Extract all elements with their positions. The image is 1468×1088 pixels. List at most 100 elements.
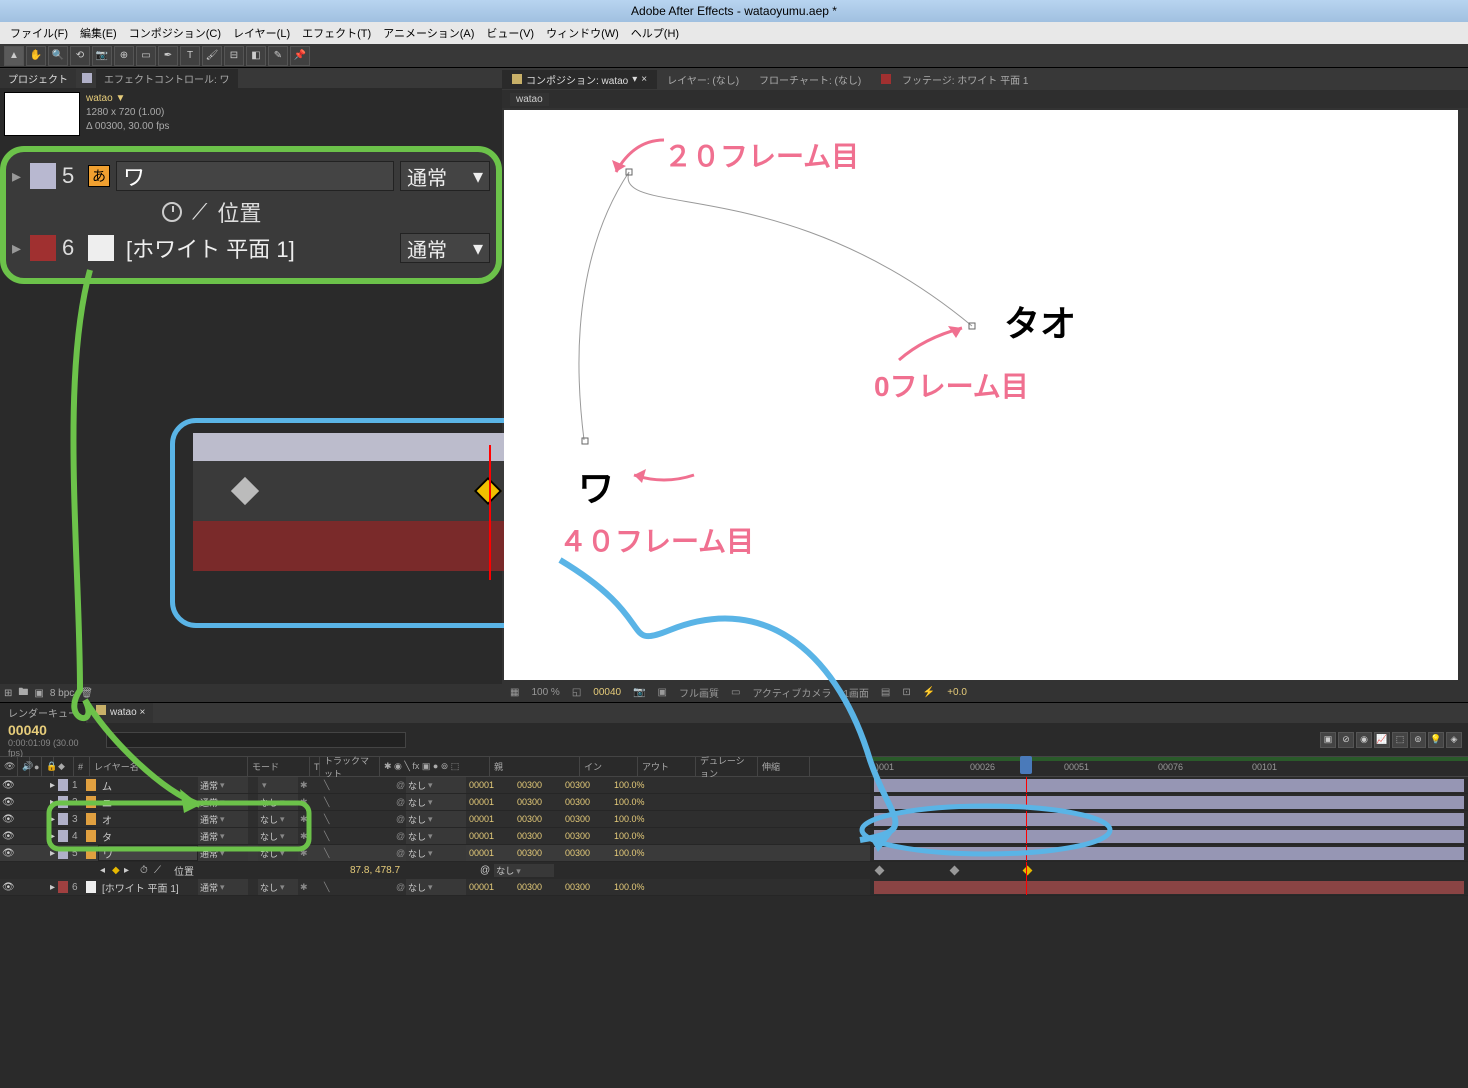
- out-point[interactable]: 00300: [514, 879, 562, 895]
- stretch[interactable]: 100.0%: [610, 777, 658, 793]
- fx-switch[interactable]: [334, 845, 346, 861]
- in-point[interactable]: 00001: [466, 845, 514, 861]
- lock-toggle[interactable]: [36, 828, 48, 844]
- duration[interactable]: 00300: [562, 777, 610, 793]
- in-point[interactable]: 00001: [466, 828, 514, 844]
- layer-color-swatch[interactable]: [58, 881, 68, 893]
- layer-duration-bar[interactable]: [874, 830, 1464, 843]
- solo-toggle[interactable]: [24, 794, 36, 810]
- duration[interactable]: 00300: [562, 811, 610, 827]
- collapse-switch[interactable]: [310, 777, 322, 793]
- visibility-toggle[interactable]: 👁: [0, 845, 12, 861]
- shy-icon[interactable]: ⊘: [1338, 732, 1354, 748]
- menu-layer[interactable]: レイヤー(L): [227, 22, 296, 44]
- fx-switch[interactable]: [334, 777, 346, 793]
- trash-icon[interactable]: 🗑: [80, 688, 93, 699]
- in-point[interactable]: 00001: [466, 777, 514, 793]
- shy-switch[interactable]: ✱: [298, 811, 310, 827]
- stretch[interactable]: 100.0%: [610, 811, 658, 827]
- fx-switch[interactable]: [334, 794, 346, 810]
- shape-tool[interactable]: ▭: [136, 46, 156, 66]
- zoom-dropdown[interactable]: 100 %: [527, 687, 563, 698]
- lock-toggle[interactable]: [36, 845, 48, 861]
- duration[interactable]: 00300: [562, 794, 610, 810]
- quality-switch[interactable]: ╲: [322, 845, 334, 861]
- layer-mode-dropdown[interactable]: 通常▾: [400, 233, 490, 263]
- track-matte-dropdown[interactable]: [258, 777, 298, 793]
- camera-dropdown[interactable]: アクティブカメラ: [748, 685, 835, 700]
- quality-switch[interactable]: ╲: [322, 777, 334, 793]
- visibility-toggle[interactable]: 👁: [0, 828, 12, 844]
- fast-preview-icon[interactable]: ⚡: [919, 687, 939, 698]
- menu-edit[interactable]: 編集(E): [74, 22, 123, 44]
- position-property-row[interactable]: ⟋ 位置: [162, 196, 490, 228]
- keyframe-toggle-icon[interactable]: ◆: [112, 865, 124, 876]
- out-point[interactable]: 00300: [514, 811, 562, 827]
- guide-icon[interactable]: ▭: [727, 687, 744, 698]
- stopwatch-icon[interactable]: ⏱: [140, 865, 154, 876]
- lock-toggle[interactable]: [36, 794, 48, 810]
- keyframe-selected-icon[interactable]: [1023, 866, 1033, 876]
- lock-toggle[interactable]: [36, 777, 48, 793]
- duration[interactable]: 00300: [562, 879, 610, 895]
- layer-name[interactable]: ワ: [98, 845, 198, 861]
- col-trkmat[interactable]: トラックマット: [320, 757, 380, 776]
- next-keyframe-icon[interactable]: ▸: [124, 865, 136, 876]
- folder-icon[interactable]: 🖿: [18, 685, 28, 702]
- graph-icon[interactable]: ⟋: [154, 865, 168, 876]
- track-matte-dropdown[interactable]: なし: [258, 811, 298, 827]
- motion-blur-switch[interactable]: [358, 845, 370, 861]
- visibility-toggle[interactable]: 👁: [0, 879, 12, 895]
- in-point[interactable]: 00001: [466, 879, 514, 895]
- parent-dropdown[interactable]: なし: [406, 811, 466, 827]
- current-frame[interactable]: 00040: [589, 687, 625, 698]
- graph-editor-icon[interactable]: 📈: [1374, 732, 1390, 748]
- snapshot-icon[interactable]: 📷: [629, 687, 649, 698]
- motion-blur-switch[interactable]: [358, 828, 370, 844]
- 3d-switch[interactable]: [382, 828, 394, 844]
- blend-mode-dropdown[interactable]: 通常: [198, 794, 248, 810]
- track-matte-dropdown[interactable]: なし: [258, 845, 298, 861]
- roto-tool[interactable]: ✎: [268, 46, 288, 66]
- frame-blend-switch[interactable]: [346, 811, 358, 827]
- pickwhip-icon[interactable]: @: [394, 794, 406, 810]
- motion-blur-switch[interactable]: [358, 879, 370, 895]
- shy-switch[interactable]: ✱: [298, 845, 310, 861]
- fx-switch[interactable]: [334, 879, 346, 895]
- parent-dropdown[interactable]: なし: [406, 777, 466, 793]
- auto-kf-icon[interactable]: ◈: [1446, 732, 1462, 748]
- audio-toggle[interactable]: [12, 879, 24, 895]
- motion-blur-switch[interactable]: [358, 794, 370, 810]
- visibility-toggle[interactable]: 👁: [0, 794, 12, 810]
- 3d-switch[interactable]: [382, 879, 394, 895]
- blend-mode-dropdown[interactable]: 通常: [198, 811, 248, 827]
- keyframe-icon[interactable]: [950, 866, 960, 876]
- col-parent[interactable]: 親: [490, 757, 580, 776]
- position-value[interactable]: 87.8, 478.7: [350, 865, 400, 876]
- pickwhip-icon[interactable]: @: [394, 845, 406, 861]
- track-matte-dropdown[interactable]: なし: [258, 879, 298, 895]
- collapse-switch[interactable]: [310, 879, 322, 895]
- blur-icon[interactable]: ◉: [1356, 732, 1372, 748]
- timeline-layer-row[interactable]: 👁▸4タ通常なし✱╲@なし000010030000300100.0%: [0, 828, 1468, 845]
- layer-duration-bar[interactable]: [874, 796, 1464, 809]
- 3d-switch[interactable]: [382, 811, 394, 827]
- pickwhip-icon[interactable]: @: [394, 811, 406, 827]
- brainstorm-icon[interactable]: 💡: [1428, 732, 1444, 748]
- frame-blend-switch[interactable]: [346, 777, 358, 793]
- hand-tool[interactable]: ✋: [26, 46, 46, 66]
- layer-duration-bar[interactable]: [874, 813, 1464, 826]
- frame-blend-switch[interactable]: [346, 828, 358, 844]
- parent-dropdown[interactable]: なし: [406, 845, 466, 861]
- comp-name[interactable]: watao ▼: [86, 92, 169, 106]
- track-matte-dropdown[interactable]: なし: [258, 794, 298, 810]
- layer-name[interactable]: ム: [98, 777, 198, 793]
- composition-canvas[interactable]: ２０フレーム目 0フレーム目 ４０フレーム目 タオ ワ: [504, 110, 1458, 680]
- collapse-switch[interactable]: [310, 794, 322, 810]
- out-point[interactable]: 00300: [514, 828, 562, 844]
- twirl-icon[interactable]: ▸: [12, 166, 24, 187]
- quality-switch[interactable]: ╲: [322, 879, 334, 895]
- col-layer-name[interactable]: レイヤー名: [90, 757, 248, 776]
- puppet-tool[interactable]: 📌: [290, 46, 310, 66]
- stretch[interactable]: 100.0%: [610, 845, 658, 861]
